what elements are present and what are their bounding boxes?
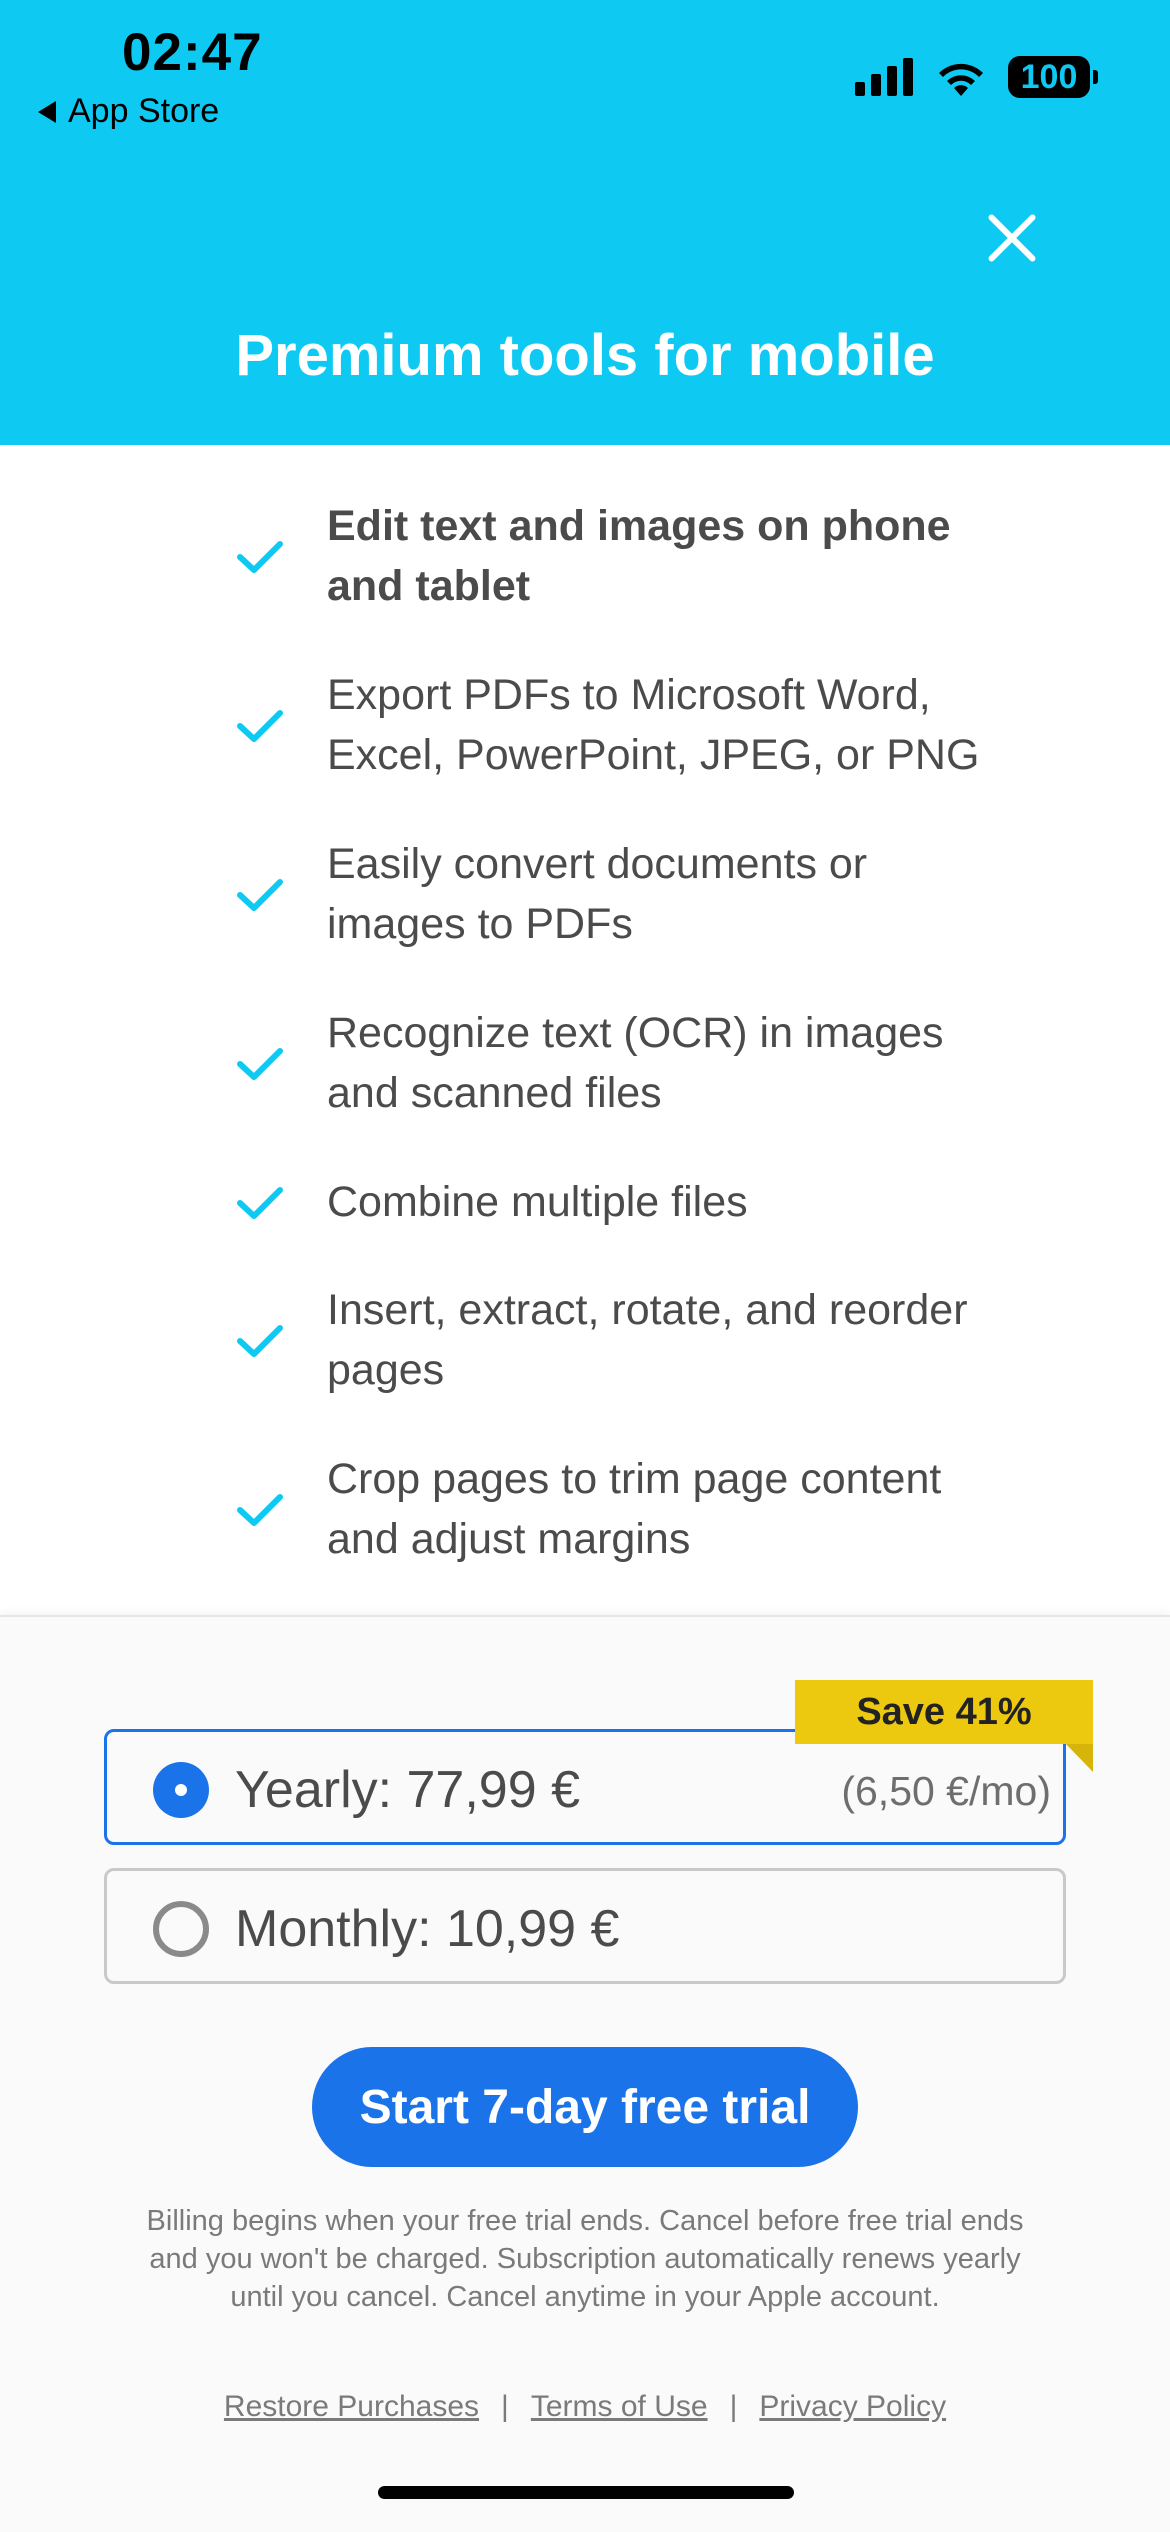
wifi-icon bbox=[939, 63, 983, 96]
feature-item: Easily convert documents or images to PD… bbox=[235, 834, 995, 954]
feature-item: Recognize text (OCR) in images and scann… bbox=[235, 1003, 995, 1123]
monthly-plan-label: Monthly: 10,99 € bbox=[235, 1900, 620, 1958]
battery-icon: 100 bbox=[1008, 56, 1098, 98]
feature-text: Recognize text (OCR) in images and scann… bbox=[327, 1009, 944, 1117]
monthly-plan-option[interactable]: Monthly: 10,99 € bbox=[104, 1868, 1066, 1984]
link-separator: | bbox=[729, 2390, 738, 2423]
feature-item: Edit text and images on phone and tablet bbox=[235, 496, 995, 616]
footer-links: Restore Purchases | Terms of Use | Priva… bbox=[0, 2390, 1170, 2424]
feature-text: Easily convert documents or images to PD… bbox=[327, 840, 868, 948]
purchase-panel: Yearly: 77,99 € (6,50 €/mo) Save 41% Mon… bbox=[0, 1615, 1170, 2532]
feature-text: Insert, extract, rotate, and reorder pag… bbox=[327, 1286, 968, 1394]
link-separator: | bbox=[501, 2390, 509, 2423]
checkmark-icon bbox=[237, 541, 283, 573]
yearly-radio-selected[interactable] bbox=[153, 1762, 209, 1818]
restore-purchases-link[interactable]: Restore Purchases bbox=[224, 2390, 479, 2424]
yearly-plan-option[interactable]: Yearly: 77,99 € (6,50 €/mo) bbox=[104, 1729, 1066, 1845]
checkmark-icon bbox=[237, 879, 283, 911]
privacy-policy-link[interactable]: Privacy Policy bbox=[759, 2390, 946, 2424]
checkmark-icon bbox=[237, 1494, 283, 1526]
cellular-signal-icon bbox=[855, 58, 913, 96]
save-badge-fold bbox=[1066, 1744, 1093, 1772]
close-button[interactable] bbox=[984, 210, 1040, 266]
feature-text: Export PDFs to Microsoft Word, Excel, Po… bbox=[327, 671, 980, 779]
yearly-plan-label: Yearly: 77,99 € bbox=[235, 1761, 581, 1819]
status-time: 02:47 bbox=[122, 23, 263, 82]
checkmark-icon bbox=[237, 1048, 283, 1080]
back-to-app-store-link[interactable]: App Store bbox=[38, 92, 219, 131]
battery-level: 100 bbox=[1020, 57, 1078, 96]
save-badge: Save 41% bbox=[795, 1680, 1093, 1744]
back-arrow-icon bbox=[38, 100, 56, 123]
feature-item: Crop pages to trim page content and adju… bbox=[235, 1449, 995, 1569]
start-free-trial-button[interactable]: Start 7-day free trial bbox=[312, 2047, 858, 2167]
feature-item: Export PDFs to Microsoft Word, Excel, Po… bbox=[235, 665, 995, 785]
billing-disclaimer: Billing begins when your free trial ends… bbox=[146, 2205, 1024, 2313]
back-app-label: App Store bbox=[68, 92, 220, 130]
feature-text: Edit text and images on phone and tablet bbox=[327, 502, 951, 610]
page-title: Premium tools for mobile bbox=[235, 323, 935, 388]
feature-item: Combine multiple files bbox=[235, 1172, 995, 1232]
feature-item: Insert, extract, rotate, and reorder pag… bbox=[235, 1280, 995, 1400]
home-indicator bbox=[378, 2486, 794, 2499]
checkmark-icon bbox=[237, 710, 283, 742]
feature-text: Crop pages to trim page content and adju… bbox=[327, 1455, 942, 1563]
yearly-monthly-equivalent: (6,50 €/mo) bbox=[841, 1768, 1051, 1814]
checkmark-icon bbox=[237, 1187, 283, 1219]
monthly-radio-unselected[interactable] bbox=[153, 1901, 209, 1957]
feature-text: Combine multiple files bbox=[327, 1178, 748, 1226]
checkmark-icon bbox=[237, 1325, 283, 1357]
header: 02:47 App Store 100 Premium tools for mo… bbox=[0, 0, 1170, 445]
terms-of-use-link[interactable]: Terms of Use bbox=[531, 2390, 708, 2424]
